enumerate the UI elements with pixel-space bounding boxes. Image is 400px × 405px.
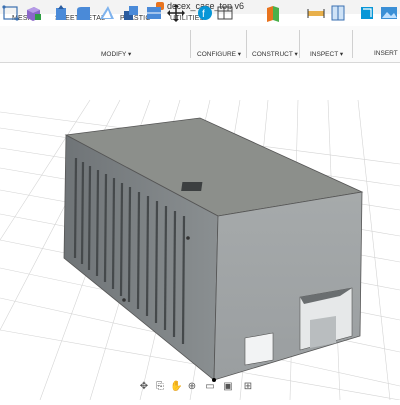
zoom-icon[interactable]: ✋ [170, 381, 182, 393]
insert-group-label[interactable]: INSERT [374, 50, 398, 57]
group-separator [190, 30, 191, 58]
display-settings-icon[interactable]: ▭ [204, 381, 216, 393]
navigation-bar: ✥ ⎘ ✋ ⊕ ▭ ▣ ⊞ [138, 381, 268, 395]
pan-icon[interactable]: ⎘ [154, 381, 166, 393]
press-pull-icon[interactable] [52, 4, 70, 22]
case-front-face [213, 191, 363, 381]
construct-group-label[interactable]: CONSTRUCT ▾ [252, 50, 298, 58]
modify-group-label[interactable]: MODIFY ▾ [101, 50, 131, 58]
move-icon[interactable] [167, 4, 185, 22]
fillet-icon[interactable] [74, 4, 92, 22]
insert-derive-icon[interactable] [358, 4, 376, 22]
model-canvas [0, 99, 400, 401]
front-small-cutout [244, 332, 274, 366]
inspect-group-label[interactable]: INSPECT ▾ [310, 50, 343, 58]
parameters-icon[interactable]: f [196, 4, 214, 22]
configure-table-icon[interactable] [216, 4, 234, 22]
cutout-inner-detail [310, 316, 336, 348]
scale-icon[interactable] [145, 4, 163, 22]
measure-icon[interactable] [307, 4, 325, 22]
svg-text:f: f [202, 9, 205, 20]
group-separator [299, 30, 300, 58]
visual-style-icon[interactable]: ▣ [222, 381, 234, 393]
mount-hole [186, 236, 190, 240]
insert-image-icon[interactable] [380, 4, 398, 22]
fit-icon[interactable]: ⊕ [186, 381, 198, 393]
top-cutout [181, 182, 203, 191]
configure-group-label[interactable]: CONFIGURE ▾ [197, 50, 241, 58]
group-separator [246, 30, 247, 58]
combine-icon[interactable] [122, 4, 140, 22]
mesh-tool-icon[interactable] [2, 4, 20, 22]
orbit-icon[interactable]: ✥ [138, 381, 150, 393]
mount-hole [122, 298, 126, 302]
section-analysis-icon[interactable] [330, 4, 348, 22]
shell-icon[interactable] [98, 4, 116, 22]
group-separator [352, 30, 353, 58]
canvas-viewport[interactable] [0, 63, 400, 401]
offset-plane-icon[interactable] [264, 4, 282, 22]
grid-icon[interactable]: ⊞ [242, 381, 254, 393]
mesh-create-icon[interactable] [24, 4, 42, 22]
